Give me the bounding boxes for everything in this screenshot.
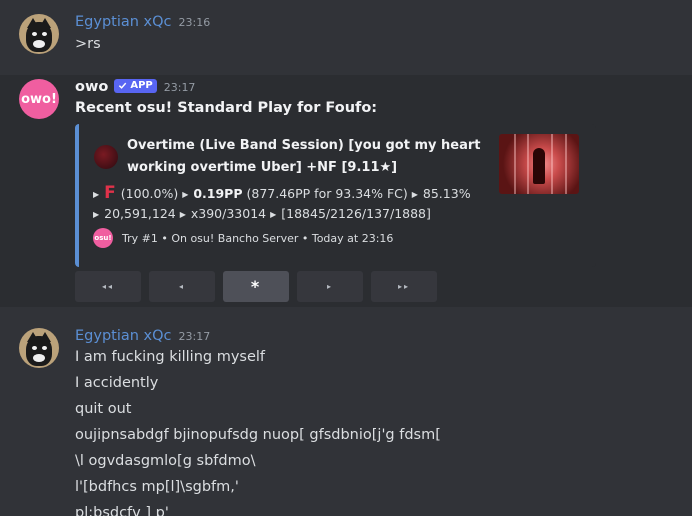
message-line: quit out bbox=[75, 401, 132, 417]
triangle-bullet-icon: ▶ bbox=[93, 210, 100, 219]
fc-info: (877.46PP for 93.34% FC) bbox=[246, 186, 408, 201]
accuracy: (100.0%) bbox=[120, 186, 179, 201]
grade-f: F bbox=[104, 183, 116, 203]
username[interactable]: Egyptian xQc bbox=[75, 14, 172, 30]
embed-footer: osu! Try #1 • On osu! Bancho Server • To… bbox=[93, 228, 393, 248]
triangle-bullet-icon: ▶ bbox=[179, 210, 186, 219]
chat-page: Egyptian xQc 23:16 >rs owo! owo APP 23:1… bbox=[0, 0, 692, 516]
message-1: Egyptian xQc 23:16 >rs bbox=[0, 0, 692, 70]
triangle-bullet-icon: ▶ bbox=[270, 210, 277, 219]
score-embed: Overtime (Live Band Session) [you got my… bbox=[75, 124, 596, 267]
app-badge-label: APP bbox=[130, 80, 153, 91]
osu-logo-icon: osu! bbox=[93, 228, 113, 248]
message-line: I am fucking killing myself bbox=[75, 349, 266, 365]
message-line: pl;bsdcfv ] p' bbox=[75, 505, 169, 516]
bot-avatar[interactable]: owo! bbox=[19, 79, 59, 119]
message-line: oujipnsabdgf bjinopufsdg nuop[ gfsdbnio[… bbox=[75, 427, 441, 443]
beatmap-thumbnail[interactable] bbox=[499, 134, 579, 194]
verified-check-icon bbox=[119, 82, 127, 89]
first-page-button[interactable]: ◂◂ bbox=[75, 271, 141, 302]
score: 20,591,124 bbox=[104, 206, 176, 221]
next-page-button[interactable]: ▸ bbox=[297, 271, 363, 302]
timestamp: 23:16 bbox=[178, 16, 211, 29]
user-avatar[interactable] bbox=[19, 328, 59, 368]
username[interactable]: Egyptian xQc bbox=[75, 328, 172, 344]
app-badge: APP bbox=[114, 78, 157, 93]
bot-message-text: Recent osu! Standard Play for Foufo: bbox=[75, 100, 378, 116]
embed-stats-line-1: ▶ F (100.0%) ▶ 0.19PP (877.46PP for 93.34% … bbox=[93, 183, 471, 203]
message-text: >rs bbox=[75, 36, 101, 52]
message-header: Egyptian xQc 23:16 bbox=[75, 14, 210, 30]
hit-counts: [18845/2126/137/1888] bbox=[281, 206, 431, 221]
combo: x390/33014 bbox=[190, 206, 267, 221]
embed-author-icon bbox=[94, 145, 118, 169]
triangle-bullet-icon: ▶ bbox=[93, 190, 100, 199]
bot-username[interactable]: owo bbox=[75, 79, 108, 95]
embed-title[interactable]: Overtime (Live Band Session) [you got my… bbox=[127, 135, 492, 179]
user-avatar[interactable] bbox=[19, 14, 59, 54]
timestamp: 23:17 bbox=[178, 330, 211, 343]
embed-stats-line-2: ▶ 20,591,124 ▶ x390/33014 ▶ [18845/2126/137… bbox=[93, 206, 431, 221]
current-page-button[interactable]: * bbox=[223, 271, 289, 302]
last-page-button[interactable]: ▸▸ bbox=[371, 271, 437, 302]
message-header: Egyptian xQc 23:17 bbox=[75, 328, 210, 344]
footer-text: Try #1 • On osu! Bancho Server • Today a… bbox=[122, 231, 394, 245]
prev-page-button[interactable]: ◂ bbox=[149, 271, 215, 302]
message-line: I accidently bbox=[75, 375, 159, 391]
message-line: \l ogvdasgmlo[g sbfdmo\ bbox=[75, 453, 256, 469]
completion-percent: 85.13% bbox=[422, 186, 471, 201]
triangle-bullet-icon: ▶ bbox=[411, 190, 418, 199]
triangle-bullet-icon: ▶ bbox=[182, 190, 189, 199]
message-header: owo APP 23:17 bbox=[75, 78, 196, 95]
pp-value: 0.19PP bbox=[193, 186, 243, 201]
message-line: l'[bdfhcs mp[l]\sgbfm,' bbox=[75, 479, 239, 495]
timestamp: 23:17 bbox=[163, 81, 196, 94]
bot-avatar-text: owo! bbox=[21, 91, 57, 107]
